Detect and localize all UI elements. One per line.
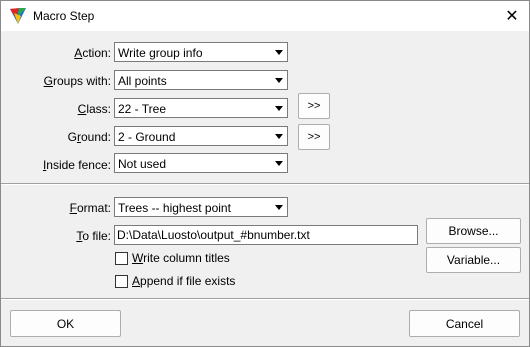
tofile-field[interactable] xyxy=(117,227,412,243)
close-button[interactable]: ✕ xyxy=(495,1,529,31)
chevron-down-icon[interactable] xyxy=(271,128,286,144)
ground-more-button[interactable]: >> xyxy=(298,124,330,150)
chevron-down-icon[interactable] xyxy=(271,100,286,116)
section-divider xyxy=(1,183,529,185)
footer-divider xyxy=(1,298,529,300)
window-title: Macro Step xyxy=(33,9,95,23)
action-label: Action: xyxy=(74,46,111,60)
chevron-down-icon[interactable] xyxy=(271,155,286,171)
fence-value: Not used xyxy=(118,157,167,171)
variable-button[interactable]: Variable... xyxy=(426,247,521,273)
format-label: Format: xyxy=(69,201,111,215)
groups-select[interactable]: All points xyxy=(114,70,288,90)
chevron-down-icon[interactable] xyxy=(271,199,286,215)
append-label[interactable]: Append if file exists xyxy=(132,274,235,288)
cancel-button[interactable]: Cancel xyxy=(409,310,520,337)
append-checkbox[interactable] xyxy=(115,275,128,288)
write-titles-label[interactable]: Write column titles xyxy=(132,251,230,265)
groups-label: Groups with: xyxy=(43,74,111,88)
browse-button[interactable]: Browse... xyxy=(426,218,521,244)
write-titles-checkbox[interactable] xyxy=(115,252,128,265)
groups-value: All points xyxy=(118,74,167,88)
chevron-down-icon[interactable] xyxy=(271,44,286,60)
app-logo-icon xyxy=(9,7,27,25)
fence-label: Inside fence: xyxy=(42,158,111,172)
ground-select[interactable]: 2 - Ground xyxy=(114,126,288,146)
class-more-button[interactable]: >> xyxy=(298,93,330,119)
class-select[interactable]: 22 - Tree xyxy=(114,98,288,118)
close-icon: ✕ xyxy=(505,8,519,25)
macro-step-dialog: Macro Step ✕ Action: Write group info Gr… xyxy=(0,0,530,347)
tofile-input[interactable] xyxy=(114,225,418,245)
action-select[interactable]: Write group info xyxy=(114,42,288,62)
tofile-label: To file: xyxy=(76,229,111,243)
fence-select[interactable]: Not used xyxy=(114,153,288,173)
ok-button[interactable]: OK xyxy=(10,310,121,337)
chevron-down-icon[interactable] xyxy=(271,72,286,88)
class-label: Class: xyxy=(77,102,111,116)
ground-label: Ground: xyxy=(67,130,111,144)
format-value: Trees -- highest point xyxy=(118,201,231,215)
action-value: Write group info xyxy=(118,46,203,60)
format-select[interactable]: Trees -- highest point xyxy=(114,197,288,217)
title-bar[interactable]: Macro Step ✕ xyxy=(1,1,529,31)
ground-value: 2 - Ground xyxy=(118,130,176,144)
class-value: 22 - Tree xyxy=(118,102,167,116)
